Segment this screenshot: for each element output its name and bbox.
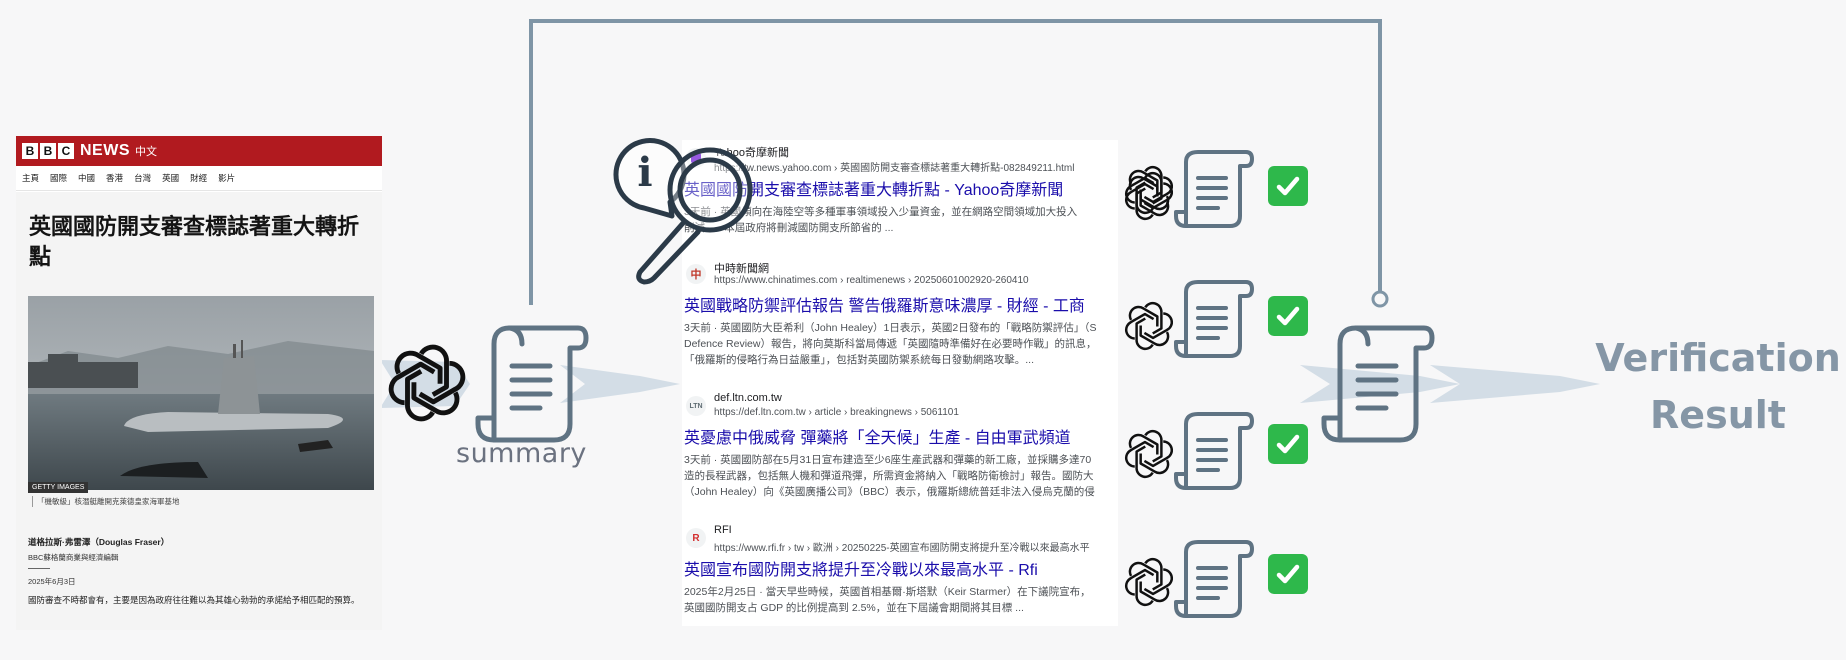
result-url: https://www.rfi.fr › tw › 歐洲 › 20250225-… (714, 543, 1090, 554)
bbc-zh-label: 中文 (135, 146, 157, 158)
bbc-news-label: NEWS (80, 142, 130, 159)
article-date: 2025年6月3日 (28, 577, 76, 586)
result-snippet-line: 造的長程武器，包括無人機和彈道飛彈，所需資金將納入「戰略防衛檢討」報告。國防大 (684, 470, 1094, 482)
article-text: 國防審查不時都會有，主要是因為政府往往難以為其雄心勃勃的承諾給予相匹配的預算。 (28, 595, 360, 605)
openai-logo-icon (1122, 540, 1176, 624)
search-info-icon: i (613, 138, 753, 285)
article-headline: 英國國防開支審查標誌著重大轉折點 (29, 214, 360, 269)
svg-text:i: i (637, 149, 652, 196)
bbc-nav: 主頁 國際 中國 香港 台灣 英國 財經 影片 (16, 166, 382, 191)
checkmark-icon (1268, 166, 1308, 206)
bbc-logo-letter: B (22, 143, 38, 159)
bbc-logo: B B C (22, 143, 74, 159)
nav-item-china[interactable]: 中國 (78, 172, 95, 184)
bbc-header-bar: B B C NEWS 中文 (16, 136, 382, 166)
checkmark-icon (1268, 424, 1308, 464)
result-snippet-line: 「俄羅斯的侵略行為日益嚴重」，包括對英國防禦系統每日發動網路攻擊。... (684, 354, 1035, 366)
nav-item-hongkong[interactable]: 香港 (106, 172, 123, 184)
bbc-article-body: 英國國防開支審查標誌著重大轉折點 GETTY IMAGES 「機敏級」核潛艇離開… (16, 192, 382, 630)
rfi-favicon: R (686, 528, 706, 548)
nav-item-home[interactable]: 主頁 (22, 172, 39, 184)
verification-result-label: Verification Result (1580, 330, 1846, 444)
result-snippet-line: 英國國防開支占 GDP 的比例提高到 2.5%，並在下屆議會期間將其目標 ... (684, 602, 1024, 614)
checkmark-icon (1268, 296, 1308, 336)
document-icon (1174, 150, 1254, 228)
bbc-logo-letter: B (40, 143, 56, 159)
result-title-link[interactable]: 英憂慮中俄威脅 彈藥將「全天候」生產 - 自由軍武頻道 (684, 424, 1071, 448)
summary-label: summary (456, 438, 587, 469)
document-icon (1174, 540, 1254, 618)
bbc-news-article: B B C NEWS 中文 主頁 國際 中國 香港 台灣 英國 財經 影片 英國… (16, 136, 382, 630)
result-snippet-line: Defence Review）報告，將向莫斯科當局傳遞「英國隨時準備好在必要時作… (684, 338, 1097, 350)
nav-item-finance[interactable]: 財經 (190, 172, 207, 184)
nav-item-taiwan[interactable]: 台灣 (134, 172, 151, 184)
result-snippet-line: 3天前 · 英國國防部在5月31日宣布建造至少6座生產武器和彈藥的新工廠，並採購… (684, 454, 1092, 466)
summary-document-icon (475, 325, 589, 443)
checkmark-icon (1268, 554, 1308, 594)
result-url: https://def.ltn.com.tw › article › break… (714, 407, 959, 418)
nav-item-video[interactable]: 影片 (218, 172, 235, 184)
result-label-line-1: Verification (1595, 336, 1841, 380)
openai-logo-icon (1122, 412, 1176, 496)
openai-logo-icon (388, 344, 466, 422)
divider (28, 568, 50, 569)
result-title-link[interactable]: 英國宣布國防開支將提升至冷戰以來最高水平 - Rfi (684, 556, 1038, 580)
nav-item-international[interactable]: 國際 (50, 172, 67, 184)
ltn-favicon: LTN (686, 396, 706, 416)
photo-credit: GETTY IMAGES (28, 482, 89, 493)
openai-logo-icon (1122, 154, 1176, 238)
bbc-logo-letter: C (58, 143, 74, 159)
article-author: 道格拉斯·弗雷澤（Douglas Fraser） (28, 537, 170, 547)
final-document-icon (1321, 325, 1435, 443)
document-icon (1174, 412, 1254, 490)
result-site: RFI (714, 524, 732, 536)
author-role: BBC蘇格蘭商業與經濟編輯 (28, 553, 119, 562)
submarine-photo (28, 296, 374, 490)
result-title-link[interactable]: 英國戰略防禦評估報告 警告俄羅斯意味濃厚 - 財經 - 工商 (684, 292, 1085, 316)
document-icon (1174, 280, 1254, 358)
result-snippet-line: 2025年2月25日 · 當天早些時候，英國首相基爾·斯塔默（Keir Star… (684, 586, 1091, 598)
result-site: def.ltn.com.tw (714, 392, 782, 404)
bracket-end-dot (1371, 290, 1389, 308)
result-snippet-line: 3天前 · 英國國防大臣希利（John Healey）1日表示，英國2日發布的「… (684, 322, 1097, 334)
result-label-line-2: Result (1650, 393, 1786, 437)
nav-item-uk[interactable]: 英國 (162, 172, 179, 184)
openai-logo-icon (1122, 284, 1176, 368)
result-snippet-line: （John Healey）向《英國廣播公司》（BBC）表示，俄羅斯總統普廷非法入… (684, 486, 1095, 498)
photo-caption: 「機敏級」核潛艇離開克萊德皇家海軍基地 (32, 496, 180, 507)
